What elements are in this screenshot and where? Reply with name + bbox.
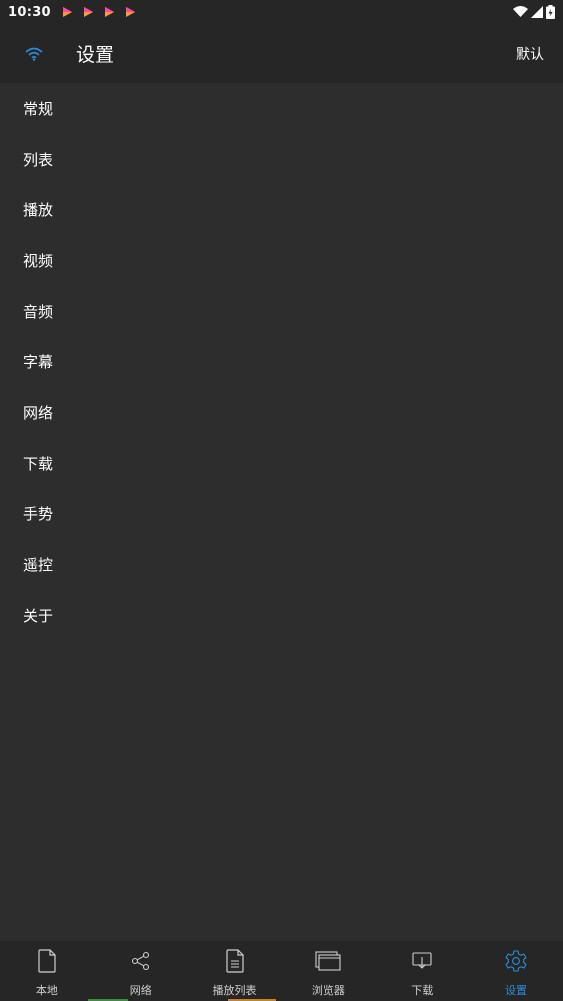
bottom-nav: 本地 网络 播放列表 浏览器 下载 设置 — [0, 941, 563, 1001]
nav-label-network: 网络 — [129, 984, 152, 997]
play-icon — [83, 7, 93, 17]
nav-label-download: 下载 — [411, 984, 434, 997]
share-icon — [128, 948, 154, 974]
document-list-icon — [222, 948, 248, 974]
menu-item-remote[interactable]: 遥控 — [0, 539, 563, 590]
menu-item-list[interactable]: 列表 — [0, 134, 563, 185]
gear-icon — [503, 948, 529, 974]
menu-item-subtitles[interactable]: 字幕 — [0, 336, 563, 387]
nav-label-local: 本地 — [35, 984, 58, 997]
page-title: 设置 — [76, 44, 115, 66]
nav-item-settings[interactable]: 设置 — [469, 941, 563, 1001]
file-icon — [34, 948, 60, 974]
menu-item-audio[interactable]: 音频 — [0, 286, 563, 337]
nav-item-network[interactable]: 网络 — [87, 941, 188, 1001]
nav-label-browser: 浏览器 — [311, 984, 345, 997]
settings-menu: 常规 列表 播放 视频 音频 字幕 网络 下载 手势 遥控 关于 — [0, 83, 563, 641]
status-bar: 10:30 — [0, 0, 563, 24]
play-icon — [104, 7, 114, 17]
play-icon — [125, 7, 135, 17]
play-icon — [62, 7, 72, 17]
browser-window-icon — [315, 948, 341, 974]
status-notifications — [61, 6, 136, 18]
menu-item-about[interactable]: 关于 — [0, 590, 563, 641]
wifi-button[interactable] — [0, 24, 68, 83]
battery-icon — [546, 5, 555, 19]
wifi-signal-icon — [513, 6, 528, 17]
menu-item-gestures[interactable]: 手势 — [0, 489, 563, 540]
nav-item-local[interactable]: 本地 — [0, 941, 94, 1001]
status-time: 10:30 — [8, 4, 51, 20]
cell-signal-icon — [531, 6, 543, 18]
wifi-icon — [25, 47, 43, 61]
nav-label-playlist: 播放列表 — [212, 984, 257, 997]
status-right — [513, 5, 555, 19]
app-bar: 设置 默认 — [0, 24, 563, 83]
nav-item-browser[interactable]: 浏览器 — [281, 941, 375, 1001]
menu-item-general[interactable]: 常规 — [0, 83, 563, 134]
nav-item-download[interactable]: 下载 — [375, 941, 469, 1001]
menu-item-download[interactable]: 下载 — [0, 438, 563, 489]
menu-item-video[interactable]: 视频 — [0, 235, 563, 286]
download-icon — [409, 948, 435, 974]
nav-item-playlist[interactable]: 播放列表 — [188, 941, 282, 1001]
nav-label-settings: 设置 — [505, 984, 528, 997]
menu-item-network[interactable]: 网络 — [0, 387, 563, 438]
menu-item-playback[interactable]: 播放 — [0, 184, 563, 235]
default-button[interactable]: 默认 — [516, 36, 544, 72]
